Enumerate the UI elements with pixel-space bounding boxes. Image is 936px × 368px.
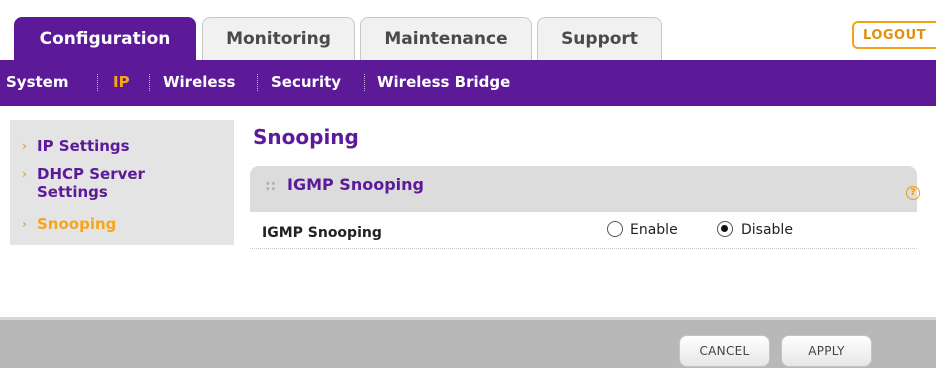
left-menu-item-ip-settings[interactable]: › IP Settings — [22, 137, 130, 155]
subnav-separator — [97, 74, 98, 91]
subnav-separator — [257, 74, 258, 91]
tab-configuration[interactable]: Configuration — [14, 17, 196, 60]
left-menu-item-dhcp-server-settings[interactable]: › DHCP Server Settings — [22, 165, 182, 201]
field-label: IGMP Snooping — [262, 225, 382, 241]
subnav-item-ip[interactable]: IP — [113, 73, 130, 91]
tab-label: Support — [561, 29, 638, 49]
tab-monitoring[interactable]: Monitoring — [202, 17, 355, 60]
top-tab-bar: Configuration Monitoring Maintenance Sup… — [0, 0, 936, 60]
sub-navigation: System IP Wireless Security Wireless Bri… — [0, 60, 936, 106]
tab-label: Configuration — [39, 28, 171, 49]
chevron-right-icon: › — [22, 217, 27, 231]
chevron-right-icon: › — [22, 167, 27, 181]
tab-label: Maintenance — [384, 29, 508, 49]
left-menu-item-label: DHCP Server Settings — [37, 165, 145, 201]
tab-label: Monitoring — [226, 29, 331, 49]
subnav-separator — [149, 74, 150, 91]
chevron-right-icon: › — [22, 139, 27, 153]
left-menu-item-label: Snooping — [37, 215, 117, 233]
radio-disable[interactable] — [717, 221, 733, 237]
left-menu-item-label: IP Settings — [37, 137, 130, 155]
logout-button[interactable]: LOGOUT — [852, 21, 936, 49]
subnav-item-system[interactable]: System — [6, 73, 68, 91]
apply-button-label: APPLY — [808, 344, 845, 358]
logout-label: LOGOUT — [863, 27, 927, 43]
subnav-item-security[interactable]: Security — [271, 73, 341, 91]
subnav-separator — [364, 74, 365, 91]
apply-button[interactable]: APPLY — [781, 335, 872, 367]
subnav-item-wireless-bridge[interactable]: Wireless Bridge — [377, 73, 510, 91]
form-row-igmp-snooping: IGMP Snooping Enable Disable — [250, 212, 917, 249]
left-menu: › IP Settings › DHCP Server Settings › S… — [10, 120, 234, 245]
drag-handle-icon: :: — [265, 178, 277, 194]
section-title: IGMP Snooping — [287, 175, 424, 194]
help-icon[interactable]: ? — [906, 186, 920, 200]
tab-support[interactable]: Support — [537, 17, 662, 60]
footer-bar: CANCEL APPLY — [0, 317, 936, 368]
radio-enable-label[interactable]: Enable — [630, 222, 678, 238]
cancel-button[interactable]: CANCEL — [679, 335, 770, 367]
tab-maintenance[interactable]: Maintenance — [360, 17, 532, 60]
left-menu-item-snooping[interactable]: › Snooping — [22, 215, 116, 233]
subnav-item-wireless[interactable]: Wireless — [163, 73, 235, 91]
section-header: :: IGMP Snooping ? — [250, 166, 920, 212]
page-title: Snooping — [253, 125, 359, 149]
radio-disable-label[interactable]: Disable — [741, 222, 793, 238]
cancel-button-label: CANCEL — [699, 344, 750, 358]
radio-enable[interactable] — [607, 221, 623, 237]
